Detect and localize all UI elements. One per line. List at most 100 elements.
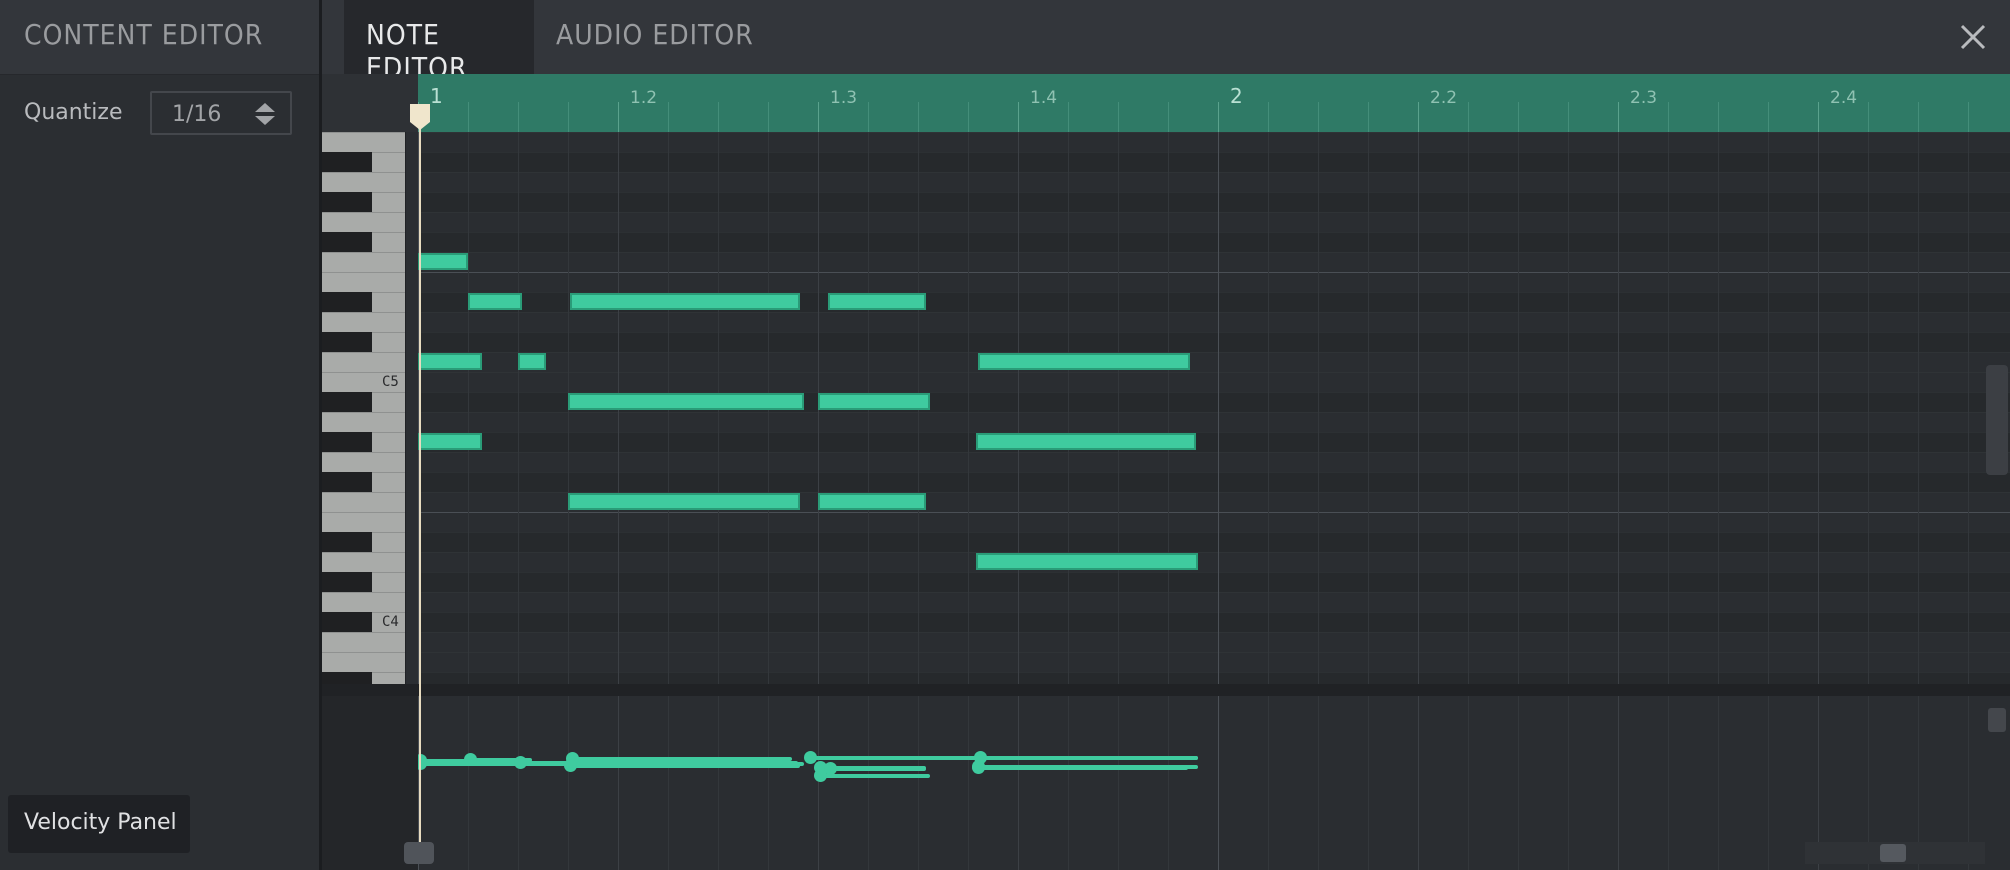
grid-column-line [1218,132,1219,684]
velocity-panel-button[interactable]: Velocity Panel [8,795,190,853]
velocity-lane[interactable] [418,696,2010,870]
white-key-divider [322,592,405,593]
ruler-tick [918,102,919,132]
playhead-marker-icon[interactable] [410,104,430,130]
white-key-divider [322,212,405,213]
ruler-label: 1.2 [630,88,658,108]
black-key[interactable] [322,232,372,252]
grid-row-line [418,532,2010,533]
horizontal-scroll-handle-left[interactable] [404,842,434,864]
close-icon[interactable] [1956,20,1990,54]
velocity-bar [568,764,800,769]
midi-note[interactable] [568,393,804,410]
ruler-label: 2 [1230,84,1243,108]
ruler-tick [1368,102,1369,132]
panel-separator[interactable] [322,684,2010,696]
black-key[interactable] [322,672,372,684]
velocity-handle[interactable] [514,755,527,769]
grid-row-dark [418,572,2010,592]
ruler-tick [1218,102,1219,132]
grid-row-line [418,312,2010,313]
white-key-divider [322,512,405,513]
content-editor-panel: CONTENT EDITOR Quantize 1/16 Velocity Pa… [0,0,322,870]
grid-row-line [418,452,2010,453]
ruler-tick [1918,102,1919,132]
velocity-grid-line [668,696,669,870]
piano-keyboard[interactable]: C5 C4 [322,132,406,684]
velocity-handle[interactable] [972,761,985,775]
ruler-label: 2.2 [1430,88,1458,108]
black-key[interactable] [322,292,372,312]
velocity-grid-line [1068,696,1069,870]
grid-row-line [418,132,2010,133]
grid-row-line [418,612,2010,613]
midi-note[interactable] [818,393,930,410]
grid-row-line [418,332,2010,333]
ruler-label: 2.3 [1630,88,1658,108]
midi-note[interactable] [568,493,800,510]
ruler-tick [1268,102,1269,132]
horizontal-scrollbar-thumb[interactable] [1880,844,1906,862]
grid-row-line [418,472,2010,473]
black-key[interactable] [322,432,372,452]
grid-column-line [1318,132,1319,684]
ruler-tick [1118,102,1119,132]
timeline-ruler[interactable]: 1 1.2 1.3 1.4 2 2.2 2.3 2.4 [418,74,2010,132]
velocity-grid-line [1718,696,1719,870]
ruler-tick [618,102,619,132]
black-key[interactable] [322,612,372,632]
grid-row-line [418,212,2010,213]
midi-note[interactable] [418,433,482,450]
quantize-select[interactable]: 1/16 [150,91,292,135]
octave-line [418,272,2010,273]
white-key-divider [322,352,405,353]
velocity-scrollbar[interactable] [1988,708,2006,732]
black-key[interactable] [322,472,372,492]
grid-row-line [418,232,2010,233]
midi-note[interactable] [518,353,546,370]
ruler-tick [968,102,969,132]
midi-note[interactable] [570,293,800,310]
up-down-arrows-icon[interactable] [254,102,276,126]
white-key-divider [322,552,405,553]
black-key[interactable] [322,532,372,552]
ruler-tick [1018,102,1019,132]
velocity-grid-line [1368,696,1369,870]
black-key[interactable] [322,392,372,412]
white-key-divider [322,372,405,373]
black-key[interactable] [322,572,372,592]
grid-row-line [418,572,2010,573]
ruler-tick [1618,102,1619,132]
midi-note[interactable] [818,493,926,510]
piano-roll-grid[interactable] [418,132,2010,684]
black-key[interactable] [322,152,372,172]
tab-note-editor[interactable]: NOTE EDITOR [344,0,534,84]
midi-note[interactable] [976,553,1198,570]
ruler-tick [518,102,519,132]
tab-audio-editor[interactable]: AUDIO EDITOR [534,0,754,74]
midi-note[interactable] [976,433,1196,450]
midi-note[interactable] [978,353,1190,370]
black-key[interactable] [322,332,372,352]
grid-row-dark [418,432,2010,452]
velocity-grid-line [1468,696,1469,870]
velocity-bar [978,756,1198,760]
midi-note[interactable] [468,293,522,310]
grid-column-line [1168,132,1169,684]
ruler-tick [1668,102,1669,132]
vertical-scrollbar[interactable] [1986,365,2008,475]
grid-column-line [1418,132,1419,684]
black-key[interactable] [322,192,372,212]
white-key-divider [322,172,405,173]
ruler-tick [468,102,469,132]
grid-column-line [1518,132,1519,684]
velocity-handle[interactable] [814,769,827,782]
midi-note[interactable] [418,353,482,370]
ruler-tick [1568,102,1569,132]
midi-note[interactable] [418,253,468,270]
velocity-grid-line [768,696,769,870]
velocity-grid-line [618,696,619,870]
velocity-handle[interactable] [564,759,577,773]
midi-note[interactable] [828,293,926,310]
grid-row-line [418,192,2010,193]
